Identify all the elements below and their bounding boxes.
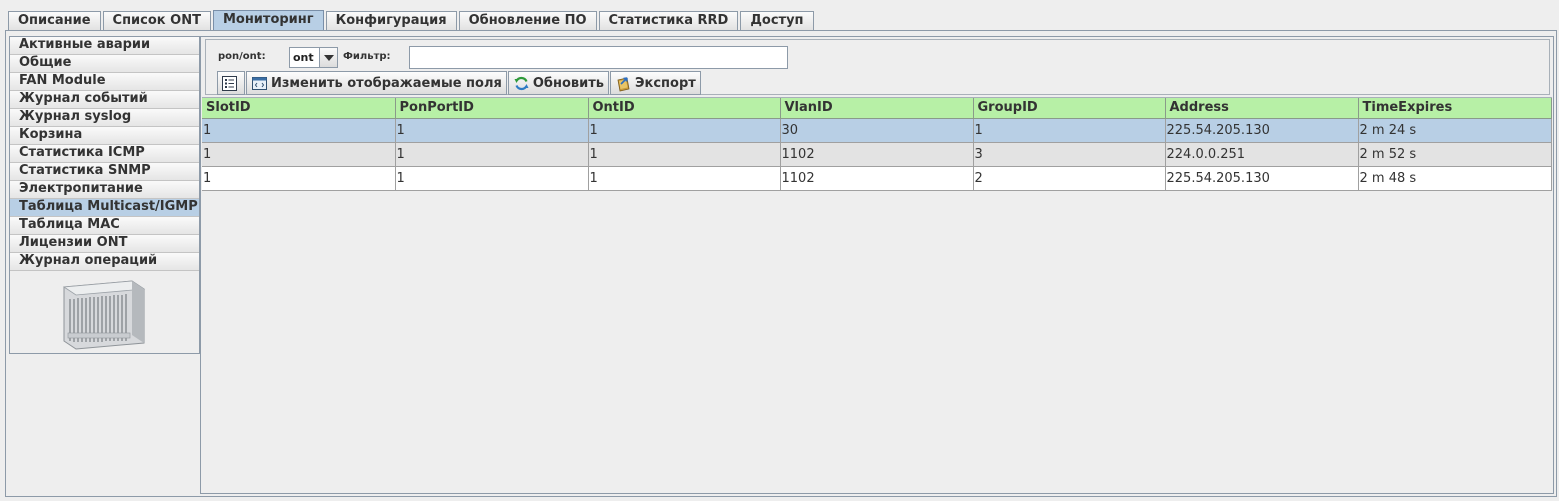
table-cell: 224.0.0.251 bbox=[1165, 142, 1359, 167]
change-fields-label: Изменить отображаемые поля bbox=[271, 75, 502, 91]
table-cell: 2 m 48 s bbox=[1358, 166, 1552, 191]
change-fields-button[interactable]: Изменить отображаемые поля bbox=[246, 71, 507, 95]
export-icon bbox=[617, 76, 630, 91]
table-cell: 30 bbox=[780, 118, 974, 143]
filter-panel: pon/ont: ont Фильтр: Изменить отображаем… bbox=[205, 39, 1550, 95]
table-cell: 3 bbox=[973, 142, 1166, 167]
table-cell: 1102 bbox=[780, 142, 974, 167]
table-row[interactable]: 1 1 1 1102 2 225.54.205.130 2 m 48 s bbox=[202, 166, 1552, 191]
table-cell: 225.54.205.130 bbox=[1165, 166, 1359, 191]
tab-rrd-statistics[interactable]: Статистика RRD bbox=[598, 11, 739, 30]
table-cell: 1 bbox=[202, 166, 396, 191]
refresh-icon bbox=[514, 76, 529, 90]
column-header-ontid[interactable]: OntID bbox=[588, 98, 781, 119]
table-cell: 1 bbox=[202, 118, 396, 143]
filter-label: Фильтр: bbox=[343, 51, 391, 62]
table-cell: 2 bbox=[973, 166, 1166, 191]
export-label: Экспорт bbox=[634, 75, 696, 91]
table-cell: 1 bbox=[395, 166, 589, 191]
column-header-timeexpires[interactable]: TimeExpires bbox=[1358, 98, 1552, 119]
side-item-ont-licenses[interactable]: Лицензии ONT bbox=[10, 235, 199, 253]
tab-ont-list[interactable]: Список ONT bbox=[102, 11, 211, 30]
table-cell: 1 bbox=[588, 166, 781, 191]
tab-description[interactable]: Описание bbox=[8, 11, 101, 30]
column-header-vlanid[interactable]: VlanID bbox=[780, 98, 974, 119]
multicast-igmp-panel: pon/ont: ont Фильтр: Изменить отображаем… bbox=[200, 36, 1554, 494]
column-header-address[interactable]: Address bbox=[1165, 98, 1359, 119]
table-cell: 2 m 52 s bbox=[1358, 142, 1552, 167]
column-header-slotid[interactable]: SlotID bbox=[202, 98, 396, 119]
side-item-mac-table[interactable]: Таблица MAC bbox=[10, 217, 199, 235]
tab-firmware-update[interactable]: Обновление ПО bbox=[458, 11, 597, 30]
table-header-row: SlotID PonPortID OntID VlanID GroupID Ad… bbox=[202, 98, 1552, 119]
table-cell: 1 bbox=[973, 118, 1166, 143]
side-item-icmp-stats[interactable]: Статистика ICMP bbox=[10, 145, 199, 163]
table-row[interactable]: 1 1 1 1102 3 224.0.0.251 2 m 52 s bbox=[202, 142, 1552, 167]
side-item-syslog[interactable]: Журнал syslog bbox=[10, 109, 199, 127]
pon-ont-label: pon/ont: bbox=[218, 51, 266, 62]
multicast-table: SlotID PonPortID OntID VlanID GroupID Ad… bbox=[202, 98, 1552, 191]
filter-input[interactable] bbox=[409, 46, 788, 69]
top-tab-bar: Описание Список ONT Мониторинг Конфигура… bbox=[8, 10, 816, 30]
chevron-down-icon[interactable] bbox=[319, 48, 337, 67]
multicast-table-container: SlotID PonPortID OntID VlanID GroupID Ad… bbox=[202, 97, 1552, 492]
side-item-general[interactable]: Общие bbox=[10, 55, 199, 73]
side-item-snmp-stats[interactable]: Статистика SNMP bbox=[10, 163, 199, 181]
tab-monitoring[interactable]: Мониторинг bbox=[212, 10, 324, 30]
monitoring-side-menu: Активные аварии Общие FAN Module Журнал … bbox=[9, 36, 200, 354]
side-item-active-alarms[interactable]: Активные аварии bbox=[10, 37, 199, 55]
tab-access[interactable]: Доступ bbox=[740, 11, 814, 30]
table-cell: 1 bbox=[588, 142, 781, 167]
refresh-button[interactable]: Обновить bbox=[507, 71, 609, 95]
tab-configuration[interactable]: Конфигурация bbox=[325, 11, 457, 30]
side-item-multicast-igmp[interactable]: Таблица Multicast/IGMP bbox=[10, 199, 199, 217]
table-cell: 1 bbox=[202, 142, 396, 167]
table-cell: 1102 bbox=[780, 166, 974, 191]
side-item-power-supply[interactable]: Электропитание bbox=[10, 181, 199, 199]
side-item-fan-module[interactable]: FAN Module bbox=[10, 73, 199, 91]
device-chassis-image bbox=[62, 280, 146, 350]
table-cell: 225.54.205.130 bbox=[1165, 118, 1359, 143]
table-row[interactable]: 1 1 1 30 1 225.54.205.130 2 m 24 s bbox=[202, 118, 1552, 143]
columns-list-button[interactable] bbox=[217, 71, 245, 95]
side-item-operations-log[interactable]: Журнал операций bbox=[10, 253, 199, 271]
pon-ont-select-value: ont bbox=[293, 51, 314, 64]
refresh-label: Обновить bbox=[532, 75, 604, 91]
side-item-chassis[interactable]: Корзина bbox=[10, 127, 199, 145]
side-item-event-log[interactable]: Журнал событий bbox=[10, 91, 199, 109]
pon-ont-select[interactable]: ont bbox=[289, 47, 338, 68]
list-icon bbox=[222, 75, 237, 91]
table-cell: 1 bbox=[395, 118, 589, 143]
window-fields-icon bbox=[252, 76, 267, 90]
column-header-ponportid[interactable]: PonPortID bbox=[395, 98, 589, 119]
main-frame: Активные аварии Общие FAN Module Журнал … bbox=[5, 30, 1557, 497]
table-cell: 2 m 24 s bbox=[1358, 118, 1552, 143]
table-cell: 1 bbox=[395, 142, 589, 167]
table-toolbar: Изменить отображаемые поля Обновить Эксп… bbox=[217, 71, 701, 95]
export-button[interactable]: Экспорт bbox=[609, 71, 701, 95]
table-cell: 1 bbox=[588, 118, 781, 143]
column-header-groupid[interactable]: GroupID bbox=[973, 98, 1166, 119]
